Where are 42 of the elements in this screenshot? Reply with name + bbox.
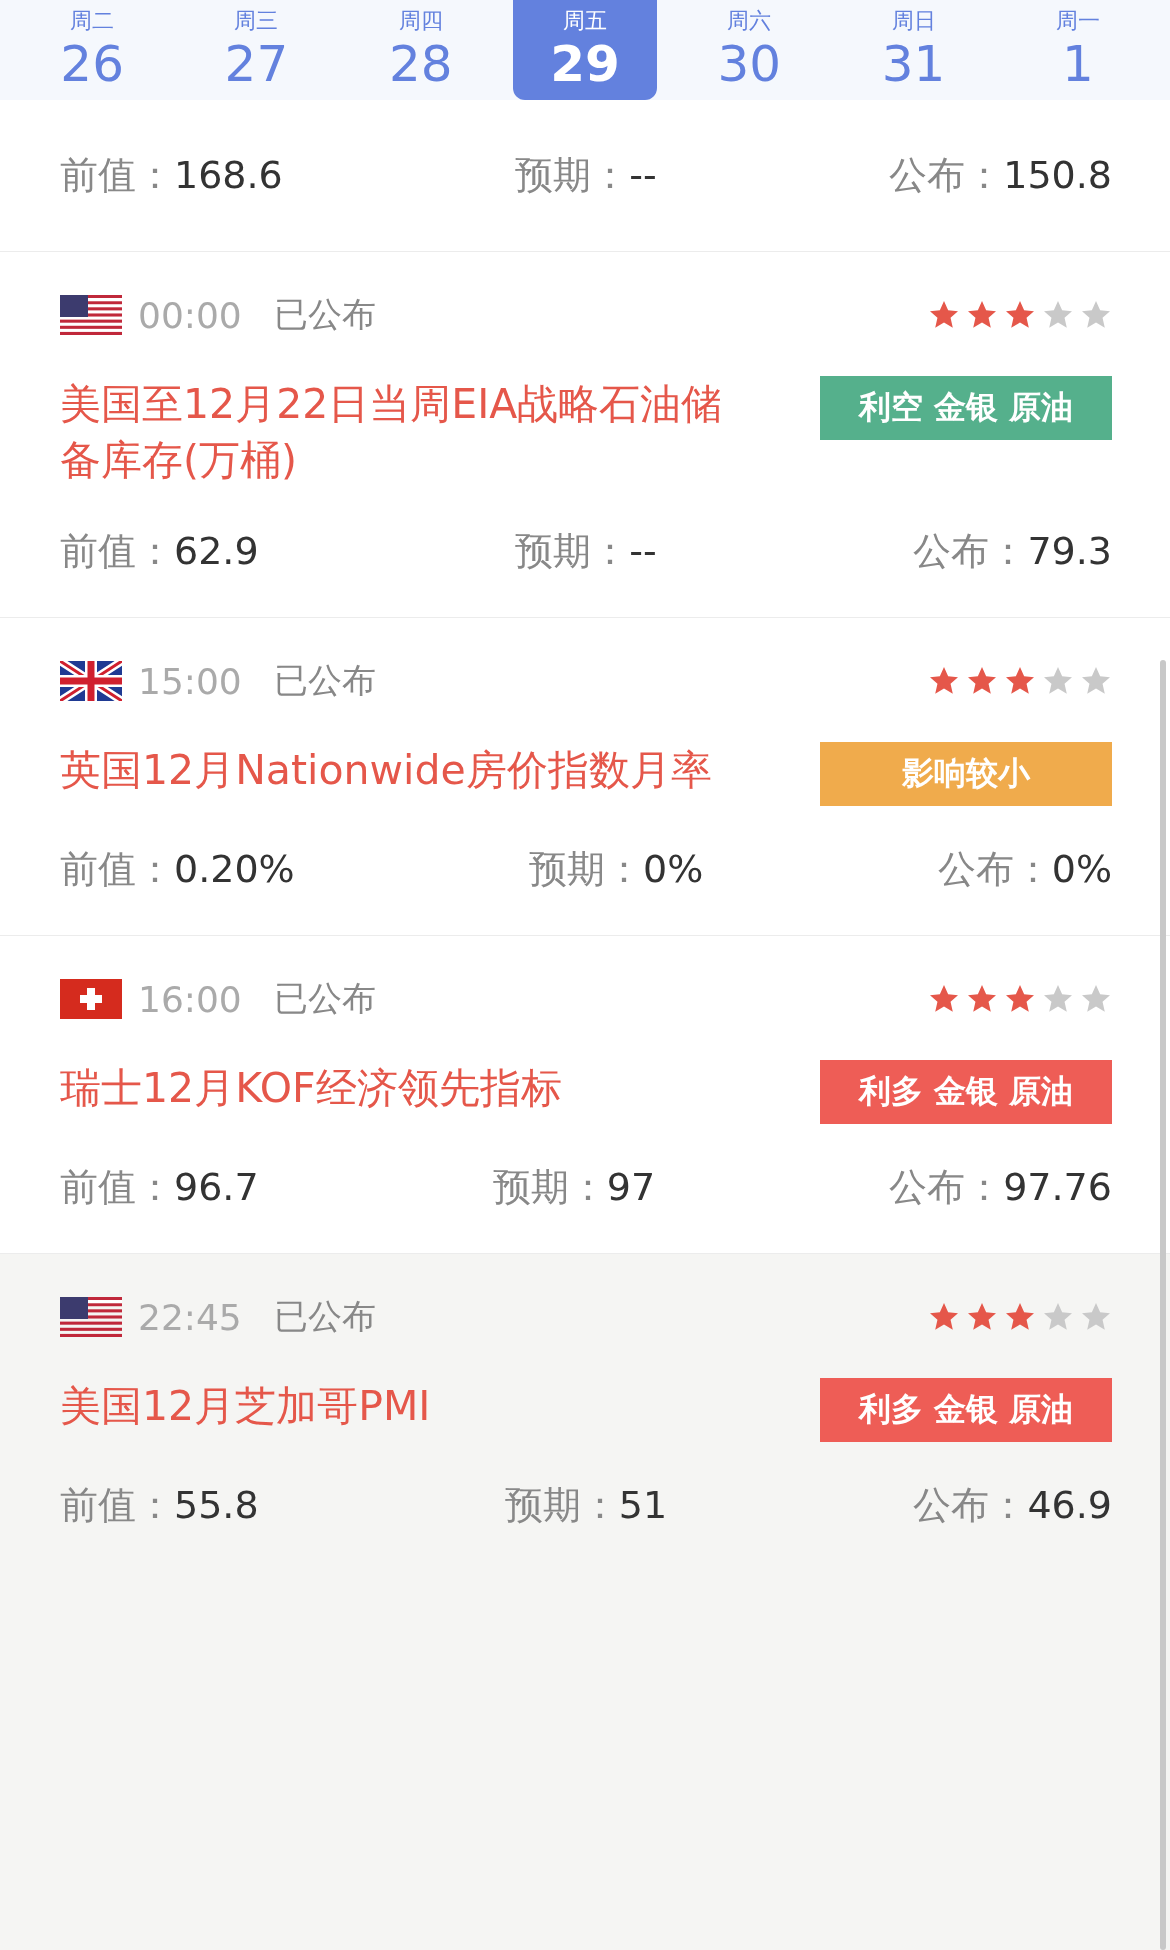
event-value: 公布：0%: [937, 846, 1112, 893]
event-value: 预期：--: [515, 528, 657, 575]
event-value: 公布：97.76: [889, 1164, 1112, 1211]
event-card[interactable]: 前值：168.6 预期：-- 公布：150.8: [0, 100, 1170, 252]
event-value: 公布：79.3: [913, 528, 1112, 575]
event-time: 22:45: [138, 1296, 243, 1338]
date-tab[interactable]: 周五 29: [512, 0, 658, 100]
event-value: 预期：0%: [529, 846, 704, 893]
event-card[interactable]: 16:00 已公布 瑞士12月KOF经济领先指标 利多 金银 原油 前值：96.7 预期：97 公布：97.76: [0, 936, 1170, 1254]
impact-tag: 利空 金银 原油: [820, 376, 1112, 440]
event-value: 预期：51: [504, 1482, 668, 1529]
event-value: 前值：62.9: [60, 528, 259, 575]
date-tab[interactable]: 周六 30: [677, 0, 822, 100]
date-tab[interactable]: 周三 27: [184, 0, 329, 100]
impact-tag: 利多 金银 原油: [820, 1060, 1112, 1124]
event-title: 瑞士12月KOF经济领先指标: [60, 1063, 562, 1114]
date-tab[interactable]: 周四 28: [348, 0, 493, 100]
event-status: 已公布: [274, 293, 376, 336]
event-value: 前值：96.7: [60, 1164, 259, 1211]
event-status: 已公布: [274, 659, 376, 702]
date-tab[interactable]: 周一 1: [1005, 0, 1150, 100]
impact-tag: 影响较小: [820, 742, 1112, 806]
event-title: 英国12月Nationwide房价指数月率: [60, 745, 712, 796]
event-value: 公布：150.8: [889, 152, 1112, 199]
event-time: 00:00: [138, 294, 243, 336]
event-value: 公布：46.9: [913, 1482, 1112, 1529]
event-value: 预期：--: [515, 152, 657, 199]
event-status: 已公布: [274, 1295, 376, 1338]
event-value: 前值：168.6: [60, 152, 283, 199]
event-card[interactable]: 15:00 已公布 英国12月Nationwide房价指数月率 影响较小 前值：0.20% 预期：0% 公布：0%: [0, 618, 1170, 936]
event-value: 前值：0.20%: [60, 846, 295, 893]
date-tab[interactable]: 周二 26: [20, 0, 165, 100]
event-status: 已公布: [274, 977, 376, 1020]
event-value: 预期：97: [492, 1164, 656, 1211]
event-card[interactable]: 00:00 已公布 美国至12月22日当周EIA战略石油储备库存(万桶) 利空 金银 原油 前值：62.9 预期：-- 公布：79.3: [0, 252, 1170, 618]
event-time: 16:00: [138, 978, 243, 1020]
event-title: 美国12月芝加哥PMI: [60, 1381, 431, 1432]
event-title: 美国至12月22日当周EIA战略石油储备库存(万桶): [60, 379, 724, 486]
event-value: 前值：55.8: [60, 1482, 259, 1529]
impact-tag: 利多 金银 原油: [820, 1378, 1112, 1442]
event-time: 15:00: [138, 660, 243, 702]
date-tab[interactable]: 周日 31: [841, 0, 986, 100]
